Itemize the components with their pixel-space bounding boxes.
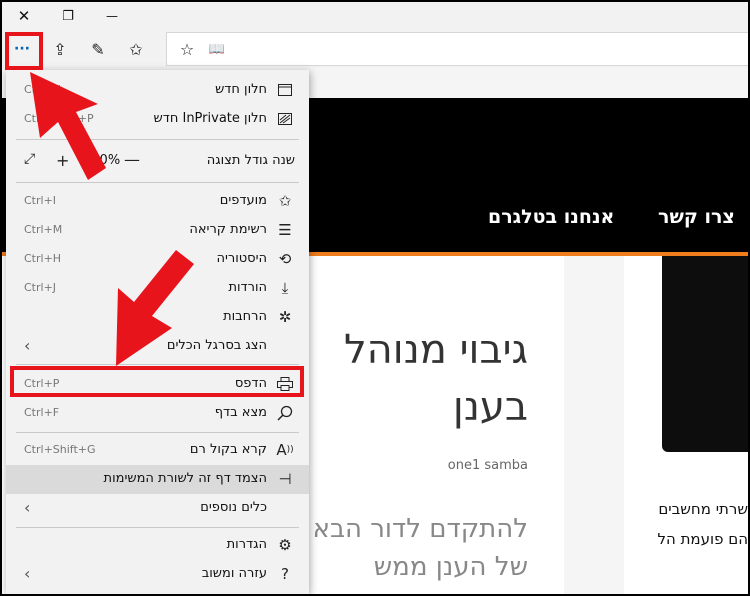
chevron-left-icon: ‹ [24,564,31,583]
menu-separator [16,432,299,433]
shortcut-text: Ctrl+F [24,406,60,419]
reading-list-icon: ☰ [278,221,292,239]
menu-item-read-aloud[interactable]: Ctrl+Shift+G קרא בקול רם A)) [6,436,309,465]
pin-icon: ⊣ [278,470,292,488]
minimize-window-button[interactable]: — [90,2,134,30]
share-icon: ⇪ [53,39,67,59]
inprivate-icon [275,109,295,129]
close-icon: ✕ [17,7,31,25]
shortcut-text: Ctrl+I [24,194,57,207]
star-icon: ☆ [179,39,195,59]
arrow-to-more-button [30,72,106,180]
article-subtitle: להתקדם לדור הבא של הענן ממש [312,514,528,582]
menu-item-label: מצא בדף [214,405,267,420]
download-icon: ⤓ [281,279,289,297]
minimize-icon: — [106,9,118,23]
menu-item-settings[interactable]: הגדרות ⚙ [6,531,309,560]
shortcut-text: Ctrl+Shift+G [24,443,96,456]
article-title[interactable]: גיבוי מנוהל בענן [344,322,528,436]
favorites-list-icon: ✩ [129,39,143,59]
nav-link-telegram[interactable]: אנחנו בטלגרם [488,206,614,228]
menu-item-label: הורדות [228,280,267,295]
nav-link-contact[interactable]: צרו קשר [658,206,735,228]
add-favorite-button[interactable]: ☆ [173,35,201,63]
arrow-to-print-item [116,250,194,366]
menu-item-label: חלון InPrivate חדש [153,111,267,126]
favorites-hub-button[interactable]: ✩ [122,35,150,63]
search-icon [275,403,295,423]
title-bar: ✕ ❐ — [2,2,748,30]
menu-item-label: הצמד דף זה לשורת המשימות [103,471,267,486]
help-icon: ? [281,565,289,583]
menu-item-label: עזרה ומשוב [201,566,267,581]
menu-item-label: הרחבות [223,309,267,324]
article-author: one1 samba [447,458,528,473]
menu-item-reading-list[interactable]: Ctrl+M רשימת קריאה ☰ [6,216,309,245]
browser-window: ✕ ❐ — ··· ⇪ ✎ ✩ ☆ 📖 אנחנו בטלגרם צרו קשר… [0,0,750,596]
book-icon: 📖 [208,41,226,57]
menu-item-more-tools[interactable]: ‹ כלים נוספים [6,494,309,523]
menu-item-favorites[interactable]: Ctrl+I מועדפים ✩ [6,187,309,216]
menu-item-pin-to-taskbar[interactable]: הצמד דף זה לשורת המשימות ⊣ [6,465,309,494]
favorites-icon: ✩ [278,192,292,210]
menu-item-help-feedback[interactable]: ‹ עזרה ומשוב ? [6,560,309,589]
window-icon [275,80,295,100]
menu-item-label: מועדפים [219,193,267,208]
read-aloud-icon: A)) [276,441,294,459]
more-button-highlight [5,32,43,70]
history-icon: ⟲ [278,250,292,268]
menu-item-label: חלון חדש [215,82,267,97]
address-bar[interactable]: ☆ 📖 [166,32,748,66]
shortcut-text: Ctrl+M [24,223,63,236]
shortcut-text: Ctrl+J [24,281,57,294]
close-window-button[interactable]: ✕ [2,2,46,30]
add-notes-button[interactable]: ✎ [84,35,112,63]
menu-item-label: היסטוריה [216,251,267,266]
menu-item-label: קרא בקול רם [189,442,267,457]
chevron-left-icon: ‹ [24,336,31,355]
menu-item-label: כלים נוספים [200,500,267,515]
shortcut-text: Ctrl+H [24,252,62,265]
gear-icon: ⚙ [278,536,292,554]
restore-icon: ❐ [62,8,74,24]
menu-item-label: הגדרות [226,537,267,552]
product-image [662,256,748,452]
menu-item-find-on-page[interactable]: Ctrl+F מצא בדף [6,399,309,428]
pen-icon: ✎ [91,39,105,59]
restore-window-button[interactable]: ❐ [46,2,90,30]
menu-item-label: שנה גודל תצוגה [206,153,295,168]
chevron-left-icon: ‹ [24,498,31,517]
menu-item-label: רשימת קריאה [189,222,267,237]
share-button[interactable]: ⇪ [46,35,74,63]
side-card-text: שרתי מחשבים הם פועמת הלב של [658,500,748,548]
menu-separator [16,527,299,528]
puzzle-icon: ✲ [278,308,292,326]
reading-view-button[interactable]: 📖 [203,35,231,63]
browser-toolbar: ··· ⇪ ✎ ✩ ☆ 📖 [2,30,748,68]
